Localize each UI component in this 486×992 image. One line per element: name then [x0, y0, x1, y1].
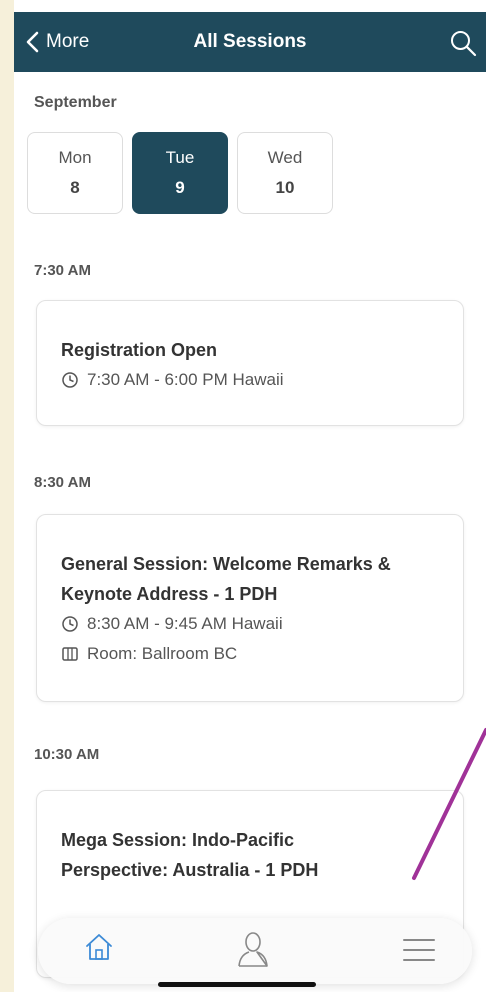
- time-slot-label: 7:30 AM: [34, 262, 91, 279]
- day-date: 8: [70, 178, 80, 197]
- day-name: Mon: [58, 148, 92, 167]
- clock-icon: [62, 616, 78, 632]
- session-time: 8:30 AM - 9:45 AM Hawaii: [87, 614, 283, 633]
- search-icon[interactable]: [448, 28, 478, 58]
- day-tab-wed[interactable]: Wed 10: [237, 132, 333, 214]
- month-label: September: [34, 94, 117, 111]
- home-icon[interactable]: [82, 930, 116, 964]
- session-card-general-session[interactable]: General Session: Welcome Remarks & Keyno…: [36, 514, 464, 702]
- profile-icon[interactable]: [236, 930, 270, 968]
- session-time: 7:30 AM - 6:00 PM Hawaii: [87, 370, 284, 389]
- clock-icon: [62, 372, 78, 388]
- time-slot-label: 8:30 AM: [34, 474, 91, 491]
- app-screen: More All Sessions September Mon 8 Tue 9 …: [14, 0, 486, 992]
- session-room-row: Room: Ballroom BC: [61, 639, 439, 669]
- page-title: All Sessions: [193, 31, 307, 52]
- time-slot-label: 10:30 AM: [34, 746, 100, 763]
- bottom-tab-bar: [38, 918, 472, 984]
- day-name: Wed: [267, 148, 303, 167]
- session-title-line: General Session: Welcome Remarks &: [61, 554, 391, 574]
- day-date: 10: [275, 178, 295, 197]
- header-bar: More All Sessions: [14, 12, 486, 72]
- session-title-line: Perspective: Australia - 1 PDH: [61, 860, 319, 880]
- session-title: Registration Open: [61, 340, 218, 360]
- day-date: 9: [175, 178, 185, 197]
- day-name: Tue: [165, 148, 195, 167]
- session-room: Room: Ballroom BC: [87, 644, 238, 663]
- home-indicator: [158, 982, 316, 987]
- map-icon: [62, 647, 78, 661]
- session-title-line: Keynote Address - 1 PDH: [61, 584, 278, 604]
- day-tab-tue[interactable]: Tue 9: [132, 132, 228, 214]
- session-time-row: 8:30 AM - 9:45 AM Hawaii: [61, 609, 439, 639]
- day-selector: Mon 8 Tue 9 Wed 10: [27, 132, 333, 214]
- session-title-line: Mega Session: Indo-Pacific: [61, 830, 295, 850]
- session-time-row: 7:30 AM - 6:00 PM Hawaii: [61, 365, 439, 395]
- day-tab-mon[interactable]: Mon 8: [27, 132, 123, 214]
- session-card-registration[interactable]: Registration Open 7:30 AM - 6:00 PM Hawa…: [36, 300, 464, 426]
- menu-icon[interactable]: [402, 936, 436, 964]
